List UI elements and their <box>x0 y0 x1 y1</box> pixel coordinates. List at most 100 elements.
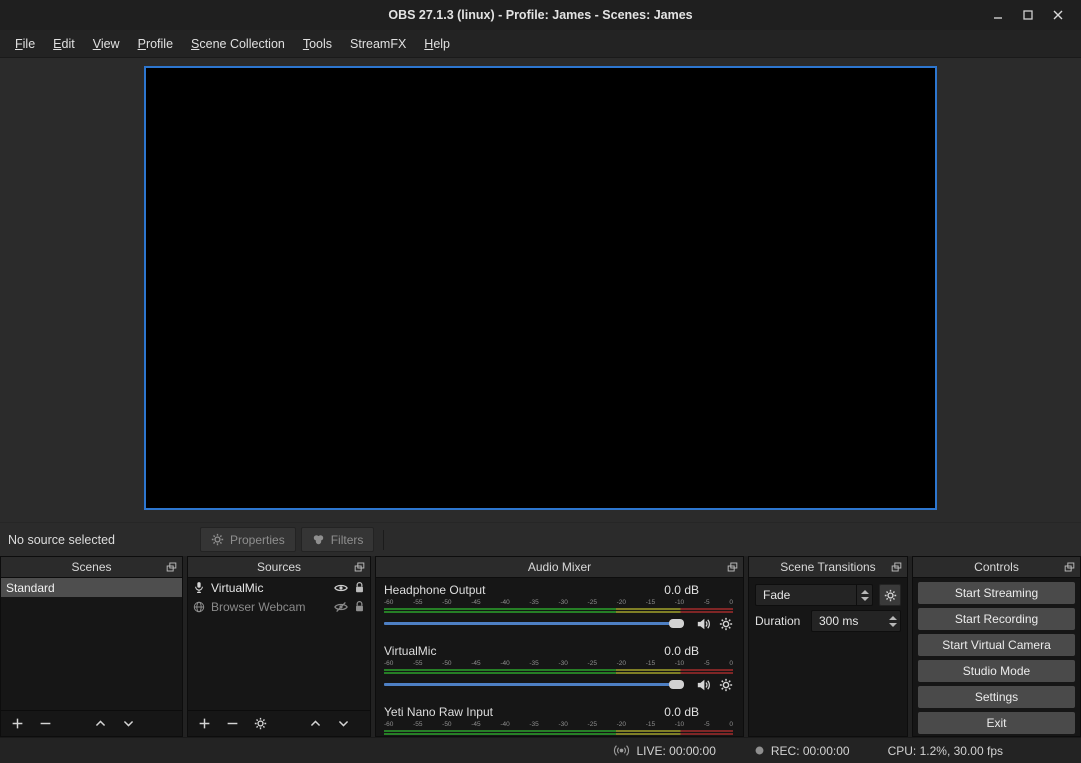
volume-slider[interactable] <box>384 615 684 632</box>
meter-tick-label: -35 <box>529 599 538 607</box>
scenes-toolbar <box>1 710 182 736</box>
menu-tools[interactable]: Tools <box>294 32 341 56</box>
scene-transitions-dock-header[interactable]: Scene Transitions <box>749 557 907 578</box>
move-scene-up-button[interactable] <box>94 717 107 730</box>
spin-arrows[interactable] <box>889 610 897 632</box>
volume-meter <box>384 611 733 613</box>
mixer-channel-virtualmic: VirtualMic 0.0 dB -60-55-50-45-40-35-30-… <box>376 639 743 693</box>
title-bar[interactable]: OBS 27.1.3 (linux) - Profile: James - Sc… <box>0 0 1081 30</box>
scene-transitions-dock-title: Scene Transitions <box>780 560 875 574</box>
add-scene-button[interactable] <box>11 717 24 730</box>
start-virtual-camera-button[interactable]: Start Virtual Camera <box>918 634 1075 656</box>
meter-tick-label: -60 <box>384 721 393 729</box>
broadcast-icon <box>613 744 630 757</box>
move-scene-down-button[interactable] <box>122 717 135 730</box>
combo-stepper[interactable] <box>856 585 872 605</box>
settings-button[interactable]: Settings <box>918 686 1075 708</box>
exit-button[interactable]: Exit <box>918 712 1075 734</box>
remove-scene-button[interactable] <box>39 717 52 730</box>
no-source-label: No source selected <box>0 533 200 547</box>
source-properties-gear-button[interactable] <box>254 717 267 730</box>
preview-canvas[interactable] <box>144 66 937 510</box>
volume-meter <box>384 730 733 732</box>
visibility-eye-icon[interactable] <box>334 582 348 594</box>
meter-tick-label: -10 <box>675 599 684 607</box>
move-source-up-button[interactable] <box>309 717 322 730</box>
transition-properties-button[interactable] <box>879 584 901 606</box>
volume-meter <box>384 608 733 610</box>
sources-dock-title: Sources <box>257 560 301 574</box>
mixer-channel-yeti-nano: Yeti Nano Raw Input 0.0 dB -60-55-50-45-… <box>376 700 743 735</box>
lock-icon[interactable] <box>354 581 365 594</box>
popout-icon <box>891 562 902 572</box>
volume-slider-handle[interactable] <box>669 619 684 628</box>
maximize-button[interactable] <box>1013 0 1043 30</box>
source-item[interactable]: Browser Webcam <box>188 597 370 616</box>
meter-tick-label: -55 <box>413 721 422 729</box>
volume-slider-track <box>384 683 684 686</box>
minimize-button[interactable] <box>983 0 1013 30</box>
scenes-dock-header[interactable]: Scenes <box>1 557 182 578</box>
transition-selected-value: Fade <box>763 588 790 602</box>
menu-profile[interactable]: Profile <box>129 32 182 56</box>
volume-slider-handle[interactable] <box>669 680 684 689</box>
preview-area <box>0 58 1081 522</box>
meter-tick-label: -40 <box>500 599 509 607</box>
maximize-icon <box>1023 10 1033 20</box>
menu-scene-collection[interactable]: Scene Collection <box>182 32 294 56</box>
controls-dock-header[interactable]: Controls <box>913 557 1080 578</box>
meter-tick-label: -10 <box>675 660 684 668</box>
meter-tick-label: 0 <box>729 660 733 668</box>
meter-scale: -60-55-50-45-40-35-30-25-20-15-10-50 <box>384 660 733 668</box>
mixer-channel-name: Headphone Output <box>384 583 485 597</box>
window-title: OBS 27.1.3 (linux) - Profile: James - Sc… <box>388 8 692 22</box>
visibility-eye-slash-icon[interactable] <box>334 601 348 613</box>
volume-slider[interactable] <box>384 676 684 693</box>
meter-tick-label: -20 <box>617 660 626 668</box>
meter-tick-label: -15 <box>646 599 655 607</box>
dock-area: Scenes Standard <box>0 556 1081 737</box>
mute-button[interactable] <box>696 617 711 631</box>
meter-tick-label: -55 <box>413 660 422 668</box>
filters-button[interactable]: Filters <box>301 527 375 552</box>
sources-dock: Sources VirtualMic <box>187 556 371 737</box>
stepper-up-icon <box>861 590 869 594</box>
duration-input[interactable] <box>811 610 901 632</box>
meter-tick-label: -60 <box>384 599 393 607</box>
live-timer: LIVE: 00:00:00 <box>636 744 715 758</box>
audio-mixer-dock-header[interactable]: Audio Mixer <box>376 557 743 578</box>
menu-edit[interactable]: Edit <box>44 32 84 56</box>
scene-item[interactable]: Standard <box>1 578 182 597</box>
filter-icon <box>312 533 325 546</box>
source-item[interactable]: VirtualMic <box>188 578 370 597</box>
mute-button[interactable] <box>696 678 711 692</box>
live-status: LIVE: 00:00:00 <box>613 744 715 758</box>
lock-icon[interactable] <box>354 600 365 613</box>
sources-dock-header[interactable]: Sources <box>188 557 370 578</box>
scene-transitions-dock: Scene Transitions Fade <box>748 556 908 737</box>
properties-button[interactable]: Properties <box>200 527 296 552</box>
move-source-down-button[interactable] <box>337 717 350 730</box>
start-streaming-button[interactable]: Start Streaming <box>918 582 1075 604</box>
remove-source-button[interactable] <box>226 717 239 730</box>
close-button[interactable] <box>1043 0 1073 30</box>
meter-scale: -60-55-50-45-40-35-30-25-20-15-10-50 <box>384 599 733 607</box>
duration-spinbox[interactable] <box>811 610 901 632</box>
menu-file[interactable]: File <box>6 32 44 56</box>
volume-meter <box>384 669 733 671</box>
audio-mixer-dock-title: Audio Mixer <box>528 560 591 574</box>
meter-tick-label: -35 <box>529 660 538 668</box>
mixer-channel-name: VirtualMic <box>384 644 436 658</box>
channel-gear-button[interactable] <box>719 678 733 692</box>
menu-help[interactable]: Help <box>415 32 459 56</box>
start-recording-button[interactable]: Start Recording <box>918 608 1075 630</box>
gear-icon <box>884 589 897 602</box>
mixer-channel-level: 0.0 dB <box>664 705 699 719</box>
menu-streamfx[interactable]: StreamFX <box>341 32 415 56</box>
transition-select[interactable]: Fade <box>755 584 873 606</box>
menu-view[interactable]: View <box>84 32 129 56</box>
meter-tick-label: -45 <box>471 721 480 729</box>
channel-gear-button[interactable] <box>719 617 733 631</box>
studio-mode-button[interactable]: Studio Mode <box>918 660 1075 682</box>
add-source-button[interactable] <box>198 717 211 730</box>
